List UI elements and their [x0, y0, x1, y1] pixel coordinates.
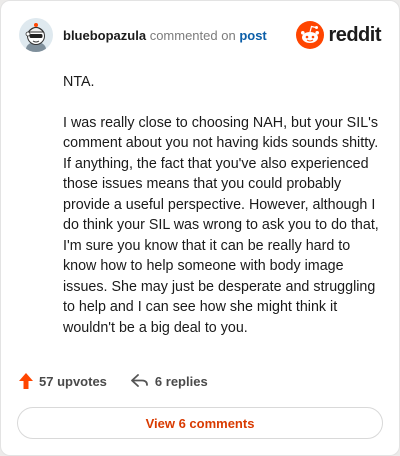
- comment-body: NTA. I was really close to choosing NAH,…: [63, 72, 381, 358]
- byline-action-text: commented on: [149, 27, 236, 43]
- post-link[interactable]: post: [239, 28, 266, 43]
- upvote-arrow-icon: [19, 373, 33, 389]
- comment-header: bluebopazula commented on post reddit: [19, 17, 381, 53]
- reddit-logo-icon: [296, 21, 325, 49]
- replies-button[interactable]: 6 replies: [131, 374, 208, 389]
- username-link[interactable]: bluebopazula: [63, 28, 146, 43]
- reply-count: 6 replies: [154, 373, 208, 389]
- comment-actions: 57 upvotes 6 replies: [19, 373, 208, 389]
- upvote-button[interactable]: 57 upvotes: [19, 373, 107, 389]
- snoo-avatar-icon: [19, 18, 53, 52]
- comment-byline: bluebopazula commented on post: [63, 28, 296, 43]
- user-avatar[interactable]: [19, 18, 53, 52]
- view-comments-label: View 6 comments: [145, 415, 255, 431]
- reddit-brand[interactable]: reddit: [296, 21, 381, 49]
- view-comments-button[interactable]: View 6 comments: [17, 407, 383, 439]
- comment-paragraph: I was really close to choosing NAH, but …: [63, 114, 379, 336]
- comment-card: bluebopazula commented on post reddit NT…: [0, 0, 400, 456]
- reply-arrow-icon: [131, 374, 148, 387]
- comment-paragraph: NTA.: [63, 74, 95, 90]
- upvote-count: 57 upvotes: [39, 373, 107, 389]
- reddit-wordmark: reddit: [328, 23, 381, 46]
